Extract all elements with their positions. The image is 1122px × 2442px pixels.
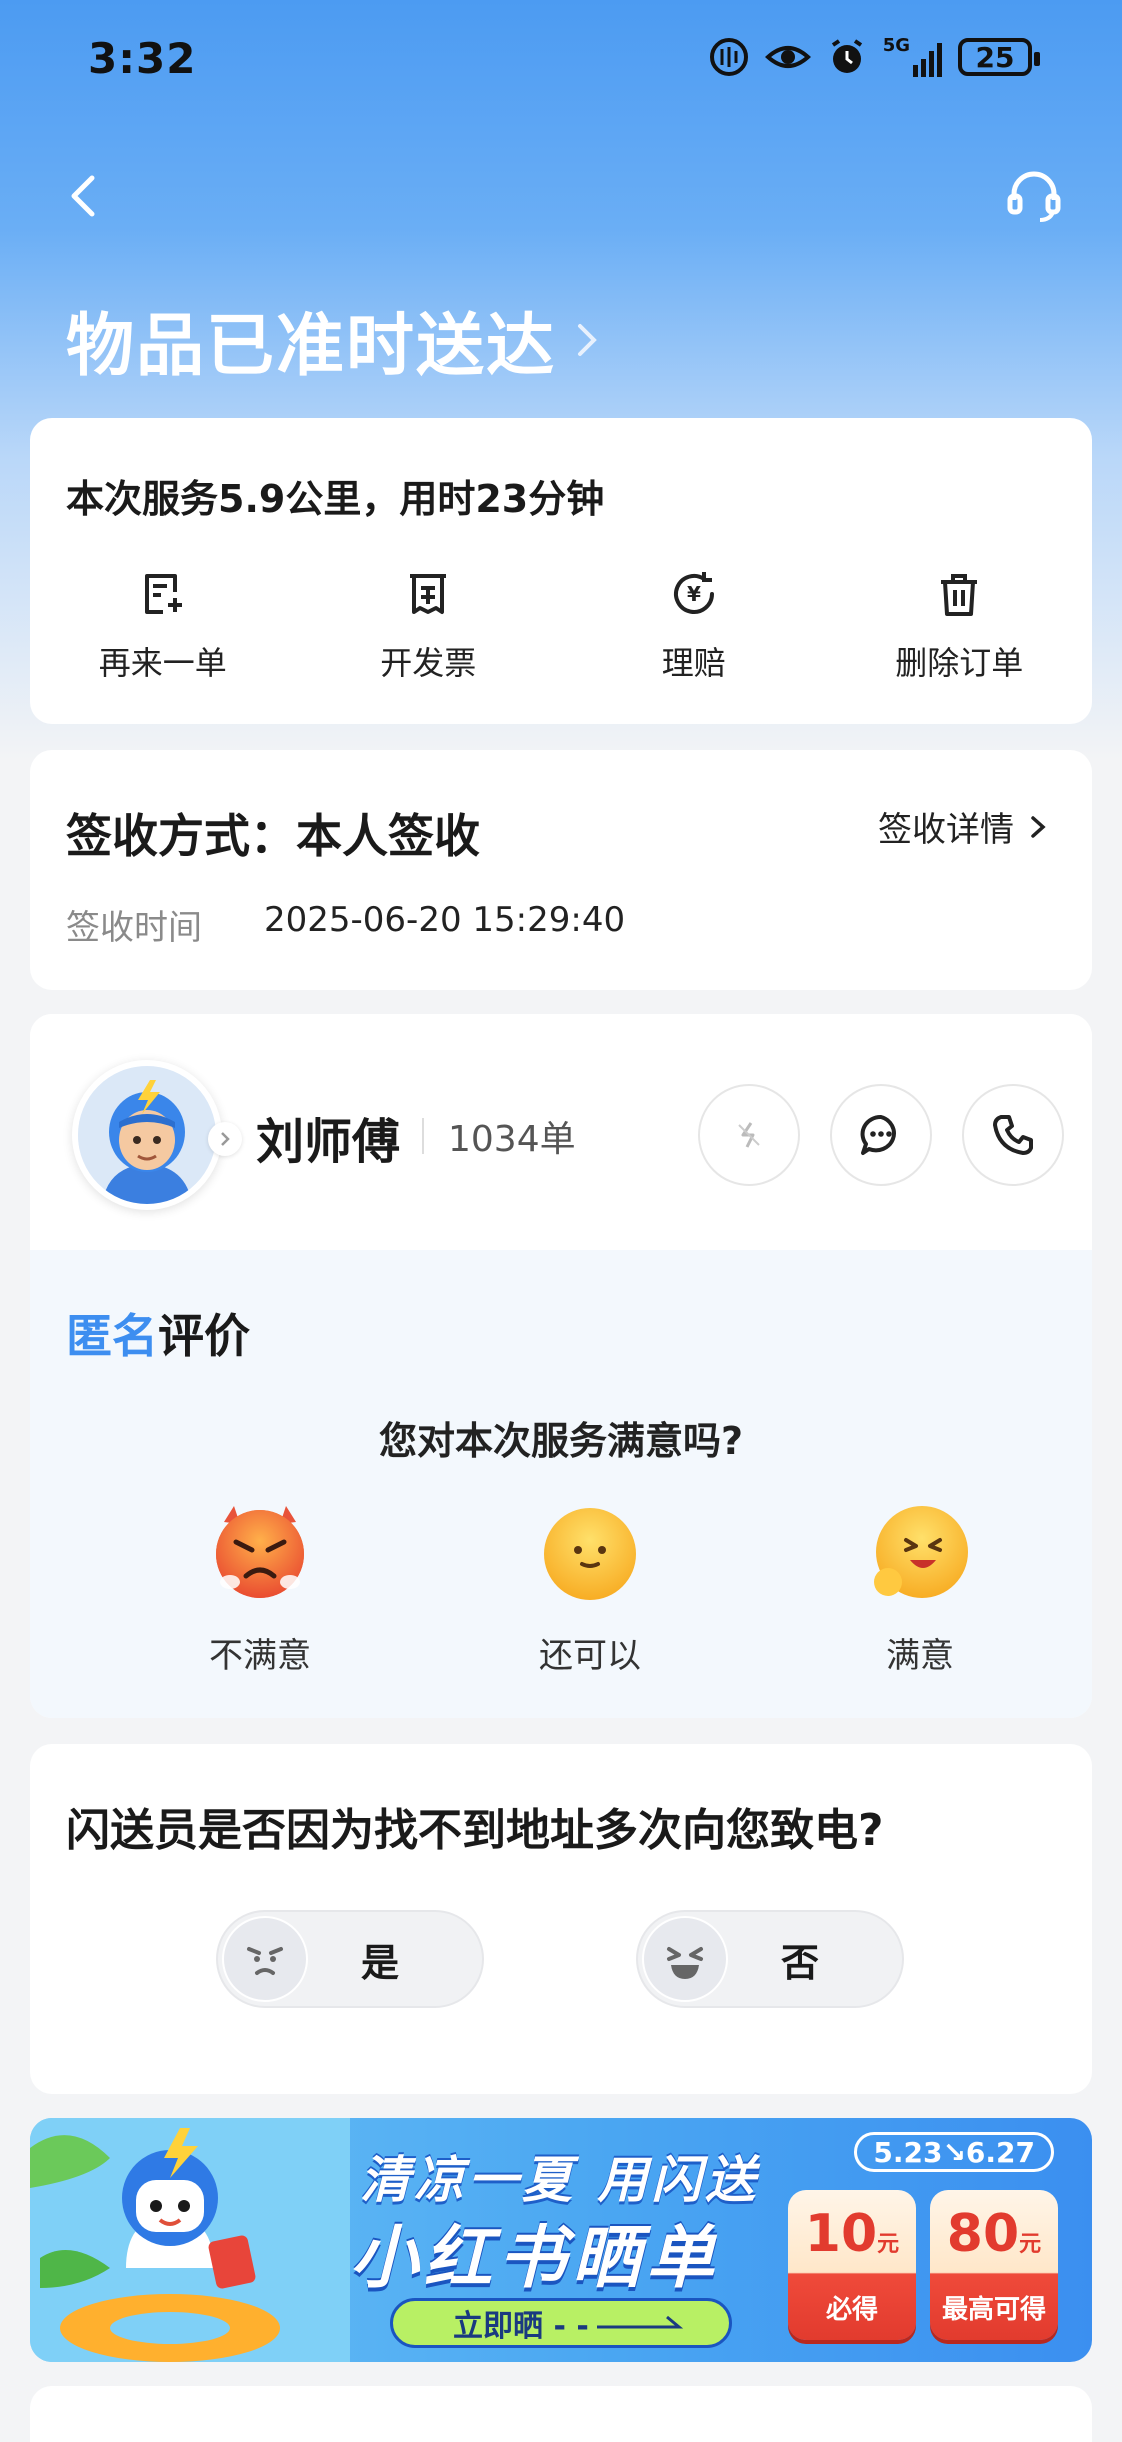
banner-cta-label: 立即晒 - -: [453, 2309, 589, 2344]
headset-icon: [1007, 171, 1061, 222]
chevron-right-icon: [1031, 815, 1046, 838]
status-bar: 3:32 5G 25: [0, 0, 1122, 110]
survey-no-label: 否: [780, 1940, 819, 1985]
sign-time-value: 2025-06-20 15:29:40: [264, 900, 626, 940]
rider-call-button[interactable]: [962, 1084, 1064, 1186]
rider-order-count: 1034单: [448, 1119, 576, 1160]
status-time: 3:32: [88, 34, 197, 83]
rating-okay-label: 还可以: [539, 1636, 641, 1676]
invoice-label: 开发票: [380, 644, 477, 682]
address-survey-card: 闪送员是否因为找不到地址多次向您致电? 是 否: [30, 1744, 1092, 2094]
delete-order-button[interactable]: 删除订单: [827, 568, 1093, 684]
coupon-amount: 80元: [946, 2204, 1042, 2264]
customer-service-button[interactable]: [1002, 164, 1066, 228]
disabled-link-icon: [738, 1122, 760, 1148]
chat-icon: [860, 1114, 896, 1155]
banner-date-range: 5.23↘6.27: [854, 2132, 1054, 2172]
hd-call-icon: [709, 38, 748, 76]
signal-5g-icon: 5G: [883, 37, 942, 77]
review-title: 匿名评价: [66, 1300, 250, 1366]
rider-message-button[interactable]: [830, 1084, 932, 1186]
coupon-max: 80元 最高可得: [930, 2190, 1058, 2340]
service-summary-card: 本次服务5.9公里，用时23分钟 再来一单 开发票 ¥ 理赔 删除订单: [30, 418, 1092, 724]
arrow-right-icon: [596, 2315, 683, 2329]
service-summary-text: 本次服务5.9公里，用时23分钟: [66, 477, 605, 521]
rider-transfer-button[interactable]: [698, 1084, 800, 1186]
survey-yes-label: 是: [360, 1940, 399, 1985]
reorder-label: 再来一单: [98, 644, 227, 682]
rider-avatar-image: [78, 1066, 216, 1204]
laughing-face-icon: [642, 1916, 728, 2002]
sign-method: 签收方式：本人签收: [66, 809, 480, 863]
sign-detail-label: 签收详情: [878, 810, 1014, 850]
survey-yes-button[interactable]: 是: [216, 1910, 484, 2008]
rating-satisfied-label: 满意: [886, 1636, 954, 1676]
coupon-label: 最高可得: [941, 2295, 1046, 2325]
angry-face-icon: [216, 1506, 304, 1598]
claim-icon: ¥: [673, 572, 714, 614]
rider-review-card: 刘师傅 1034单 匿名评价 您对本次服务满意吗? 不满意 还可以 满意: [30, 1014, 1092, 1718]
order-actions: 再来一单 开发票 ¥ 理赔 删除订单: [30, 568, 1092, 684]
banner-subheadline: 小红书晒单: [350, 2219, 721, 2298]
sign-info-card: 签收方式：本人签收 签收详情 签收时间 2025-06-20 15:29:40: [30, 750, 1092, 990]
review-question: 您对本次服务满意吗?: [378, 1419, 744, 1463]
chevron-right-icon: [221, 1132, 230, 1146]
reorder-icon: [144, 574, 182, 614]
review-title-highlight: 匿名: [66, 1309, 158, 1363]
order-status-text: 物品已准时送达: [66, 307, 557, 386]
rating-dissatisfied-label: 不满意: [209, 1636, 311, 1676]
promo-banner[interactable]: 清凉一夏 用闪送 小红书晒单 立即晒 - - 5.23↘6.27 10元 必得 …: [30, 2118, 1092, 2362]
claim-label: 理赔: [661, 644, 726, 682]
order-status-title[interactable]: 物品已准时送达: [66, 290, 602, 389]
mascot-illustration: [30, 2118, 350, 2362]
happy-face-icon: [874, 1506, 968, 1598]
coupon-amount: 10元: [804, 2204, 900, 2264]
chevron-left-icon: [71, 175, 95, 217]
claim-button[interactable]: ¥ 理赔: [561, 568, 827, 684]
back-button[interactable]: [56, 168, 112, 224]
rating-satisfied[interactable]: 满意: [820, 1500, 1020, 1677]
divider: [422, 1118, 424, 1154]
frown-face-icon: [222, 1916, 308, 2002]
survey-question: 闪送员是否因为找不到地址多次向您致电?: [66, 1805, 884, 1856]
trash-icon: [941, 574, 978, 616]
rider-name: 刘师傅: [256, 1114, 401, 1170]
next-card-partial: [30, 2386, 1092, 2442]
rating-okay[interactable]: 还可以: [490, 1500, 690, 1677]
coupon-label: 必得: [825, 2295, 878, 2325]
sign-detail-link[interactable]: 签收详情: [878, 802, 1048, 851]
delete-order-label: 删除订单: [895, 644, 1024, 682]
reorder-button[interactable]: 再来一单: [30, 568, 296, 684]
svg-text:¥: ¥: [687, 582, 701, 606]
coupon-guaranteed: 10元 必得: [788, 2190, 916, 2340]
eye-icon: [764, 46, 811, 68]
sign-time-label: 签收时间: [66, 908, 202, 948]
status-icons: 5G 25: [709, 34, 1040, 80]
invoice-button[interactable]: 开发票: [296, 568, 562, 684]
banner-cta-button[interactable]: 立即晒 - -: [390, 2298, 732, 2348]
neutral-face-icon: [544, 1508, 636, 1600]
rating-dissatisfied[interactable]: 不满意: [160, 1500, 360, 1677]
survey-no-button[interactable]: 否: [636, 1910, 904, 2008]
phone-icon: [993, 1115, 1033, 1155]
review-title-text: 评价: [158, 1309, 250, 1363]
rider-avatar[interactable]: [72, 1060, 222, 1210]
rider-info: 刘师傅 1034单: [30, 1014, 1092, 1250]
invoice-icon: [410, 574, 447, 614]
chevron-right-icon: [578, 323, 597, 356]
review-section: 匿名评价 您对本次服务满意吗? 不满意 还可以 满意: [30, 1250, 1092, 1718]
alarm-icon: [831, 39, 862, 73]
battery-indicator: 25: [958, 38, 1040, 76]
avatar-expand[interactable]: [208, 1122, 242, 1156]
